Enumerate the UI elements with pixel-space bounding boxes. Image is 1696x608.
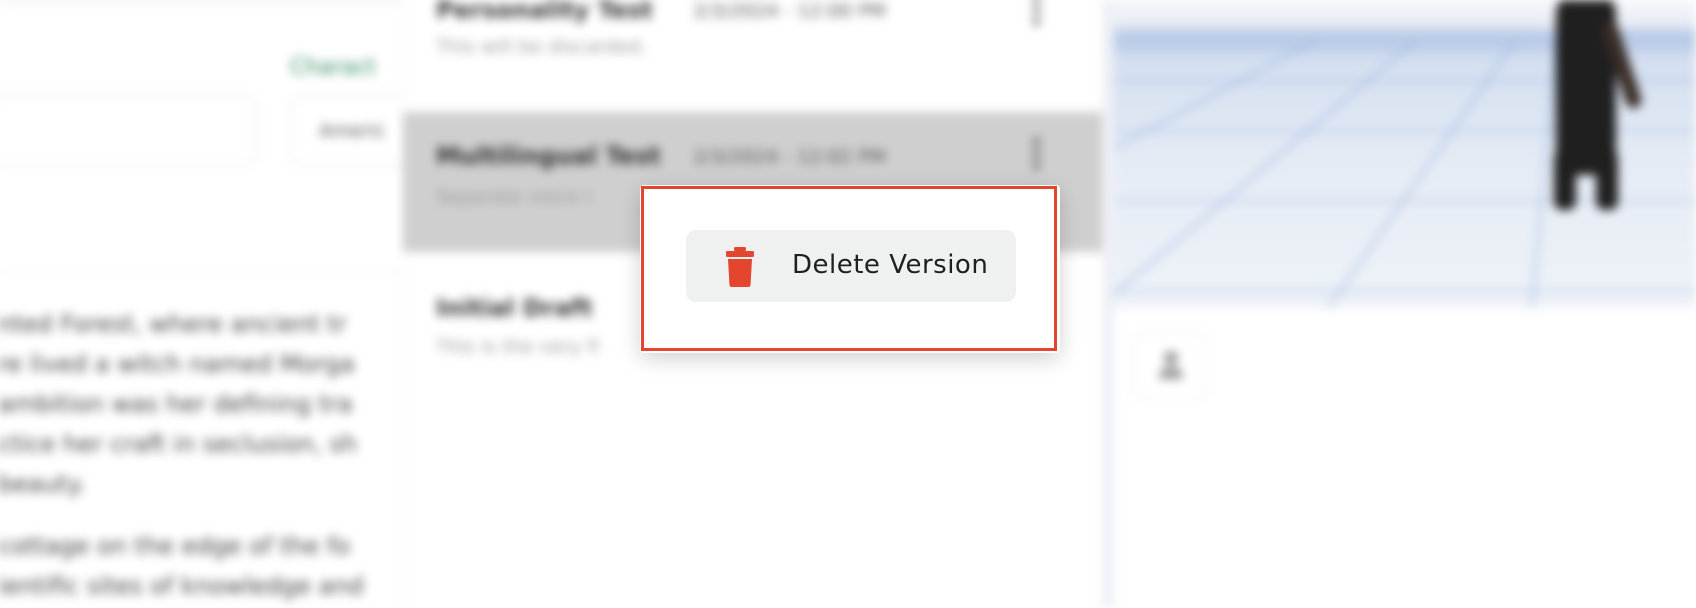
avatar-preview-panel [1114, 0, 1696, 608]
character-editor-panel: Charact Americ nted Forest, where ancien… [0, 0, 432, 608]
character-link[interactable]: Charact [290, 55, 376, 80]
top-divider [0, 0, 402, 4]
kebab-menu-icon[interactable] [1033, 0, 1041, 34]
avatar-button[interactable] [1134, 332, 1208, 400]
trash-icon [726, 247, 754, 287]
app-stage: Charact Americ nted Forest, where ancien… [0, 0, 1696, 608]
section-divider [0, 272, 402, 273]
character-name-input[interactable] [0, 95, 257, 167]
accent-select-value: Americ [319, 120, 386, 142]
kebab-menu-icon[interactable] [1033, 138, 1041, 178]
panel-separator [1102, 0, 1114, 608]
version-date: 2/3/2024 - 12:02 PM [693, 146, 886, 168]
backstory-text: nted Forest, where ancient tr re lived a… [0, 304, 402, 608]
version-description: This is the very fi [436, 336, 600, 358]
backstory-paragraph-1: nted Forest, where ancient tr re lived a… [0, 310, 358, 498]
version-name: Personality Test [436, 0, 653, 24]
version-item[interactable]: Personality Test 2/3/2024 - 12:00 PM Thi… [403, 0, 1103, 100]
delete-version-label: Delete Version [792, 250, 989, 280]
person-icon [1164, 351, 1178, 365]
version-description: This will be discarded. [436, 36, 647, 58]
backstory-paragraph-2: cottage on the edge of the fo ientific s… [0, 532, 364, 600]
delete-version-button[interactable]: Delete Version [686, 230, 1016, 302]
version-name: Multilingual Test [436, 142, 661, 170]
version-date: 2/3/2024 - 12:00 PM [693, 0, 886, 22]
version-name: Initial Draft [436, 294, 593, 322]
3d-viewport[interactable] [1114, 0, 1696, 308]
version-description: Separate voice t [436, 186, 592, 208]
